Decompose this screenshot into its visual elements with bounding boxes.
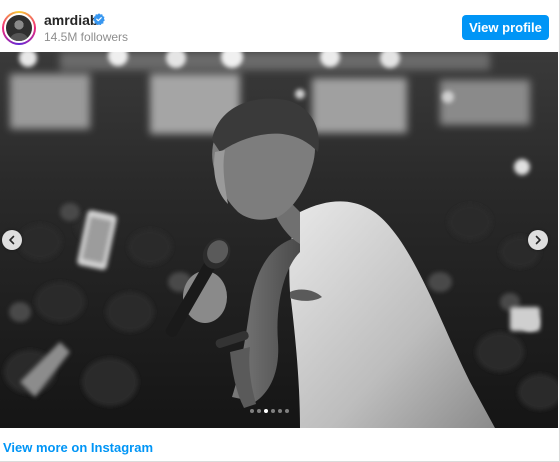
carousel-prev-button[interactable] bbox=[2, 230, 22, 250]
instagram-embed: amrdiab 14.5M followers View profile Vie… bbox=[0, 0, 560, 462]
avatar-image bbox=[4, 13, 34, 43]
carousel-dot-active bbox=[264, 409, 268, 413]
view-profile-button[interactable]: View profile bbox=[462, 15, 549, 40]
chevron-left-icon bbox=[9, 235, 15, 245]
follower-count: 14.5M followers bbox=[44, 30, 129, 44]
carousel-dot bbox=[278, 409, 282, 413]
avatar[interactable] bbox=[2, 11, 36, 45]
carousel-dot bbox=[257, 409, 261, 413]
embed-header: amrdiab 14.5M followers View profile bbox=[0, 0, 560, 52]
carousel-next-button[interactable] bbox=[528, 230, 548, 250]
chevron-right-icon bbox=[535, 235, 541, 245]
carousel-dot bbox=[250, 409, 254, 413]
carousel-dot bbox=[285, 409, 289, 413]
post-photo[interactable] bbox=[0, 52, 558, 428]
carousel-dot bbox=[271, 409, 275, 413]
verified-badge-icon bbox=[93, 13, 105, 25]
carousel-indicator bbox=[250, 409, 289, 413]
concert-photo-image bbox=[0, 52, 558, 428]
username[interactable]: amrdiab bbox=[44, 12, 98, 28]
view-more-on-instagram-link[interactable]: View more on Instagram bbox=[3, 440, 153, 455]
